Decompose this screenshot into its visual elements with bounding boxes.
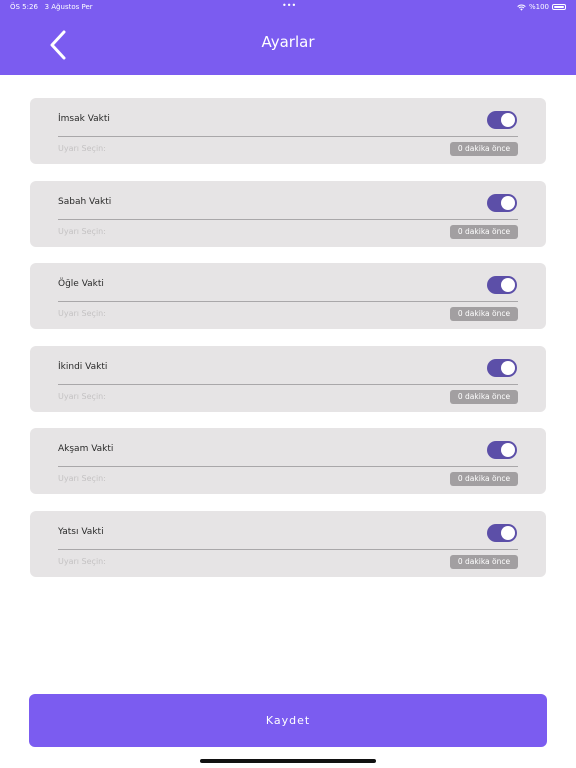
prayer-toggle-ikindi[interactable] <box>487 359 517 377</box>
prayer-card-ogle: Öğle Vakti Uyarı Seçin: 0 dakika önce <box>30 263 546 329</box>
prayer-card-yatsi: Yatsı Vakti Uyarı Seçin: 0 dakika önce <box>30 511 546 577</box>
prayer-card-ikindi: İkindi Vakti Uyarı Seçin: 0 dakika önce <box>30 346 546 412</box>
card-divider <box>58 466 518 467</box>
alert-time-chip[interactable]: 0 dakika önce <box>450 225 518 239</box>
prayer-toggle-imsak[interactable] <box>487 111 517 129</box>
prayer-label: Akşam Vakti <box>58 444 114 454</box>
status-bar-datetime: ÖS 5:26 3 Ağustos Per <box>10 3 93 11</box>
home-indicator[interactable] <box>200 759 376 763</box>
save-button[interactable]: Kaydet <box>29 694 547 747</box>
card-divider <box>58 301 518 302</box>
alert-select-label: Uyarı Seçin: <box>58 392 106 401</box>
prayer-label: Yatsı Vakti <box>58 527 104 537</box>
toggle-knob <box>501 196 515 210</box>
card-divider <box>58 549 518 550</box>
toggle-knob <box>501 361 515 375</box>
card-divider <box>58 136 518 137</box>
battery-percent: %100 <box>528 3 549 11</box>
prayer-label: Sabah Vakti <box>58 197 112 207</box>
header-bar: ÖS 5:26 3 Ağustos Per ••• %100 Ayarlar <box>0 0 576 75</box>
prayer-toggle-yatsi[interactable] <box>487 524 517 542</box>
status-date: 3 Ağustos Per <box>44 3 93 11</box>
card-divider <box>58 384 518 385</box>
multitasking-dots[interactable]: ••• <box>282 1 296 10</box>
card-divider <box>58 219 518 220</box>
prayer-toggle-sabah[interactable] <box>487 194 517 212</box>
status-time: ÖS 5:26 <box>10 3 38 11</box>
alert-time-chip[interactable]: 0 dakika önce <box>450 307 518 321</box>
toggle-knob <box>501 526 515 540</box>
alert-time-chip[interactable]: 0 dakika önce <box>450 555 518 569</box>
toggle-knob <box>501 113 515 127</box>
prayer-label: İmsak Vakti <box>58 114 110 124</box>
prayer-label: İkindi Vakti <box>58 362 108 372</box>
alert-select-label: Uyarı Seçin: <box>58 557 106 566</box>
status-bar-indicators: %100 <box>517 3 566 11</box>
alert-time-chip[interactable]: 0 dakika önce <box>450 390 518 404</box>
battery-icon <box>552 4 566 10</box>
alert-select-label: Uyarı Seçin: <box>58 474 106 483</box>
prayer-card-sabah: Sabah Vakti Uyarı Seçin: 0 dakika önce <box>30 181 546 247</box>
wifi-icon <box>517 4 526 11</box>
prayer-card-imsak: İmsak Vakti Uyarı Seçin: 0 dakika önce <box>30 98 546 164</box>
alert-time-chip[interactable]: 0 dakika önce <box>450 142 518 156</box>
alert-select-label: Uyarı Seçin: <box>58 309 106 318</box>
prayer-card-aksam: Akşam Vakti Uyarı Seçin: 0 dakika önce <box>30 428 546 494</box>
prayer-toggle-aksam[interactable] <box>487 441 517 459</box>
toggle-knob <box>501 443 515 457</box>
save-button-label: Kaydet <box>265 714 311 727</box>
prayer-toggle-ogle[interactable] <box>487 276 517 294</box>
alert-select-label: Uyarı Seçin: <box>58 227 106 236</box>
prayer-label: Öğle Vakti <box>58 279 104 289</box>
alert-time-chip[interactable]: 0 dakika önce <box>450 472 518 486</box>
page-title: Ayarlar <box>261 33 315 51</box>
toggle-knob <box>501 278 515 292</box>
alert-select-label: Uyarı Seçin: <box>58 144 106 153</box>
